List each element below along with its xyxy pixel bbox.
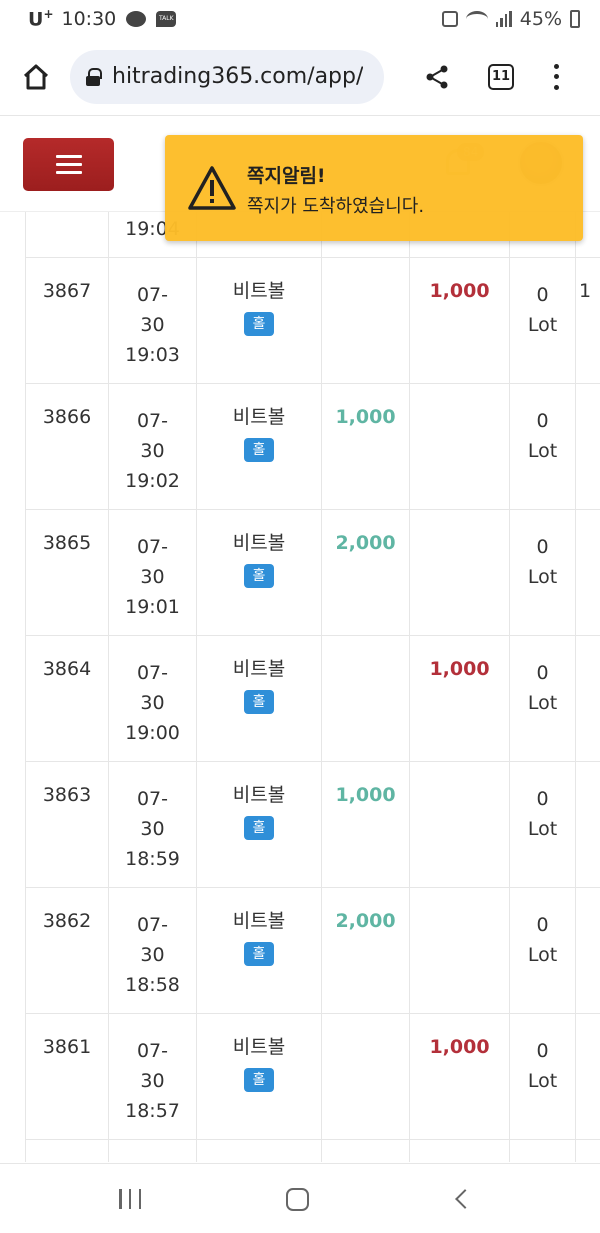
status-right: 45% [441,8,580,30]
table-row: 3861 07- 30 18:57 비트볼 홀 1,000 0 Lot [26,1014,600,1140]
row-id: 3863 [26,762,109,888]
row-next-column [576,384,600,510]
table-row: 3863 07- 30 18:59 비트볼 홀 1,000 0 Lot [26,762,600,888]
row-date: 07- 30 19:01 [109,510,197,636]
trade-history-table: 19:04 3867 07- 30 19:03 비트볼 홀 1,000 0 Lot 1 … [25,212,600,1162]
row-lot: 0 Lot [510,510,576,636]
row-game: 비트볼 홀 [197,1014,322,1140]
table-row-partial [26,1140,600,1162]
row-sell-amount [410,510,510,636]
kakaotalk-icon: TALK [156,10,177,27]
row-next-column [576,510,600,636]
warning-icon [188,166,236,210]
home-button[interactable] [18,59,54,95]
row-sell-amount: 1,000 [410,636,510,762]
row-id: 3862 [26,888,109,1014]
row-id: 3861 [26,1014,109,1140]
signal-icon [495,11,512,27]
row-date: 07- 30 19:00 [109,636,197,762]
message-notification-toast[interactable]: 쪽지알림! 쪽지가 도착하였습니다. [165,135,583,241]
row-date: 07- 30 18:58 [109,888,197,1014]
row-sell-amount [410,888,510,1014]
nav-home-icon[interactable] [286,1188,309,1211]
recent-apps-icon[interactable] [119,1189,141,1209]
row-buy-amount: 1,000 [322,384,410,510]
row-game: 비트볼 홀 [197,510,322,636]
row-lot: 0 Lot [510,636,576,762]
table-row: 3864 07- 30 19:00 비트볼 홀 1,000 0 Lot [26,636,600,762]
row-lot: 0 Lot [510,762,576,888]
carrier-label: U+ [28,7,54,31]
row-id: 3866 [26,384,109,510]
row-sell-amount: 1,000 [410,258,510,384]
row-lot: 0 Lot [510,384,576,510]
row-id: 3867 [26,258,109,384]
row-date: 07- 30 18:57 [109,1014,197,1140]
address-bar[interactable]: hitrading365.com/app/ [70,49,384,104]
row-buy-amount [322,1014,410,1140]
row-date: 07- 30 18:59 [109,762,197,888]
battery-icon [570,10,580,28]
lock-icon [86,67,102,86]
table-row: 3862 07- 30 18:58 비트볼 홀 2,000 0 Lot [26,888,600,1014]
table-row: 3866 07- 30 19:02 비트볼 홀 1,000 0 Lot [26,384,600,510]
pick-badge: 홀 [244,438,274,462]
pick-badge: 홀 [244,312,274,336]
row-buy-amount: 1,000 [322,762,410,888]
row-game: 비트볼 홀 [197,636,322,762]
system-nav-bar [0,1163,600,1233]
row-sell-amount [410,762,510,888]
row-buy-amount: 2,000 [322,510,410,636]
battery-percent: 45% [519,8,562,30]
row-buy-amount [322,636,410,762]
chat-bubble-icon [126,10,147,27]
tabs-icon[interactable]: 11 [488,63,514,90]
row-lot: 0 Lot [510,1014,576,1140]
row-next-column: 1 [576,258,600,384]
pick-badge: 홀 [244,690,274,714]
url-text: hitrading365.com/app/ [112,64,364,89]
more-icon[interactable] [552,63,560,90]
table-row: 3865 07- 30 19:01 비트볼 홀 2,000 0 Lot [26,510,600,636]
mute-icon [441,11,458,27]
pick-badge: 홀 [244,816,274,840]
row-game: 비트볼 홀 [197,384,322,510]
status-left: U+ 10:30 TALK [28,7,177,31]
status-time: 10:30 [61,7,117,30]
row-buy-amount: 2,000 [322,888,410,1014]
row-lot: 0 Lot [510,888,576,1014]
menu-button[interactable] [23,138,114,191]
share-button[interactable] [422,62,452,92]
row-next-column [576,1014,600,1140]
home-icon [23,64,49,89]
wifi-icon [465,11,488,27]
row-date: 07- 30 19:02 [109,384,197,510]
browser-toolbar: hitrading365.com/app/ 11 [0,38,600,116]
row-game: 비트볼 홀 [197,762,322,888]
share-icon [426,65,448,88]
row-lot: 0 Lot [510,258,576,384]
row-sell-amount: 1,000 [410,1014,510,1140]
row-id: 3864 [26,636,109,762]
status-bar: U+ 10:30 TALK 45% [0,0,600,38]
toast-title: 쪽지알림! [247,165,326,187]
row-buy-amount [322,258,410,384]
row-next-column [576,888,600,1014]
row-date: 07- 30 19:03 [109,258,197,384]
row-game: 비트볼 홀 [197,258,322,384]
back-icon[interactable] [455,1189,475,1209]
pick-badge: 홀 [244,942,274,966]
toast-message: 쪽지가 도착하였습니다. [247,196,425,217]
row-game: 비트볼 홀 [197,888,322,1014]
pick-badge: 홀 [244,1068,274,1092]
row-next-column [576,762,600,888]
row-id: 3865 [26,510,109,636]
pick-badge: 홀 [244,564,274,588]
table-row: 3867 07- 30 19:03 비트볼 홀 1,000 0 Lot 1 [26,258,600,384]
row-sell-amount [410,384,510,510]
row-next-column [576,636,600,762]
